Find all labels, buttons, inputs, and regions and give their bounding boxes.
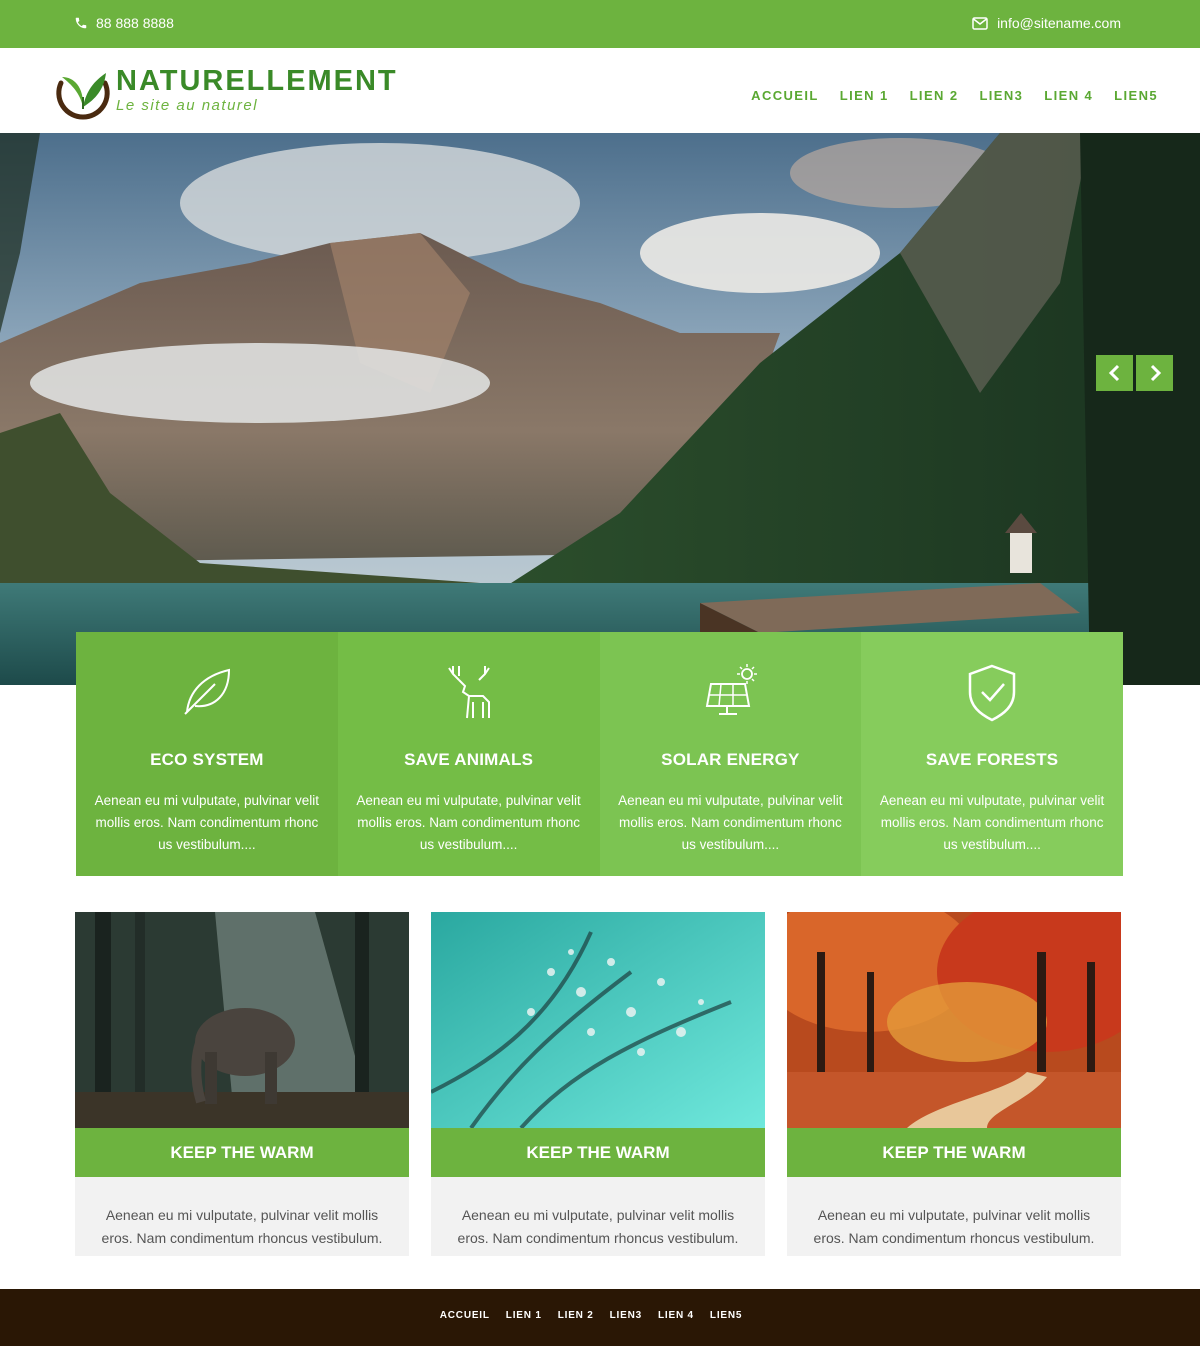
feature-title: SAVE FORESTS [925, 750, 1059, 769]
features-section: ECO SYSTEM Aenean eu mi vulputate, pulvi… [76, 632, 1123, 876]
feature-title: SAVE ANIMALS [404, 750, 534, 769]
brand-tagline: Le site au naturel [116, 97, 259, 114]
nav-link-accueil[interactable]: ACCUEIL [751, 88, 819, 103]
leaf-icon [76, 662, 338, 718]
footer-link-lien-5[interactable]: LIEN5 [710, 1310, 742, 1321]
footer-nav: ACCUEIL LIEN 1 LIEN 2 LIEN3 LIEN 4 LIEN5 [0, 1310, 1200, 1321]
feature-title: SOLAR ENERGY [661, 750, 800, 769]
email-address: info@sitename.com [997, 15, 1121, 31]
email-contact[interactable]: info@sitename.com [972, 15, 1121, 31]
card-title: KEEP THE WARM [787, 1128, 1121, 1177]
feature-eco-system: ECO SYSTEM Aenean eu mi vulputate, pulvi… [76, 632, 338, 876]
main-nav: ACCUEIL LIEN 1 LIEN 2 LIEN3 LIEN 4 LIEN5 [751, 88, 1158, 103]
feature-text: Aenean eu mi vulputate, pulvinar velit m… [356, 793, 581, 852]
feature-text: Aenean eu mi vulputate, pulvinar velit m… [879, 793, 1105, 852]
nav-link-lien-5[interactable]: LIEN5 [1114, 88, 1158, 103]
phone-icon [74, 16, 88, 30]
card-image [75, 912, 409, 1128]
envelope-icon [972, 16, 988, 30]
footer-link-lien-4[interactable]: LIEN 4 [658, 1310, 694, 1321]
site-footer: ACCUEIL LIEN 1 LIEN 2 LIEN3 LIEN 4 LIEN5 [0, 1289, 1200, 1346]
card-text: Aenean eu mi vulputate, pulvinar velit m… [787, 1177, 1121, 1256]
feature-text: Aenean eu mi vulputate, pulvinar velit m… [618, 793, 843, 852]
card-elephant[interactable]: KEEP THE WARM Aenean eu mi vulputate, pu… [75, 912, 409, 1256]
feature-save-forests: SAVE FORESTS Aenean eu mi vulputate, pul… [861, 632, 1123, 876]
leaf-logo-icon [54, 63, 112, 121]
hero-slider [0, 133, 1200, 685]
solar-panel-icon [600, 662, 862, 720]
phone-contact[interactable]: 88 888 8888 [74, 15, 174, 31]
card-text: Aenean eu mi vulputate, pulvinar velit m… [431, 1177, 765, 1256]
card-title: KEEP THE WARM [431, 1128, 765, 1177]
footer-link-lien-3[interactable]: LIEN3 [610, 1310, 642, 1321]
feature-solar-energy: SOLAR ENERGY Aenean eu mi vulputate, pul… [599, 632, 862, 876]
nav-link-lien-3[interactable]: LIEN3 [979, 88, 1023, 103]
footer-link-lien-2[interactable]: LIEN 2 [558, 1310, 594, 1321]
cards-section: KEEP THE WARM Aenean eu mi vulputate, pu… [75, 912, 1121, 1256]
brand-name: NATURELLEMENT [116, 65, 398, 97]
slider-prev-button[interactable] [1096, 355, 1133, 391]
card-image [431, 912, 765, 1128]
slider-next-button[interactable] [1136, 355, 1173, 391]
card-text: Aenean eu mi vulputate, pulvinar velit m… [75, 1177, 409, 1256]
card-title: KEEP THE WARM [75, 1128, 409, 1177]
feature-save-animals: SAVE ANIMALS Aenean eu mi vulputate, pul… [337, 632, 600, 876]
nav-link-lien-4[interactable]: LIEN 4 [1044, 88, 1093, 103]
shield-check-icon [861, 662, 1123, 722]
phone-number: 88 888 8888 [96, 15, 174, 31]
chevron-right-icon [1148, 364, 1162, 382]
nav-link-lien-1[interactable]: LIEN 1 [840, 88, 889, 103]
feature-title: ECO SYSTEM [150, 750, 264, 769]
hero-image [0, 133, 1200, 685]
site-logo[interactable]: NATURELLEMENT Le site au naturel [54, 63, 398, 121]
feature-text: Aenean eu mi vulputate, pulvinar velit m… [94, 793, 320, 852]
footer-link-lien-1[interactable]: LIEN 1 [506, 1310, 542, 1321]
footer-link-accueil[interactable]: ACCUEIL [440, 1310, 490, 1321]
chevron-left-icon [1108, 364, 1122, 382]
card-dandelion[interactable]: KEEP THE WARM Aenean eu mi vulputate, pu… [431, 912, 765, 1256]
top-bar: 88 888 8888 info@sitename.com [0, 0, 1200, 48]
site-header: NATURELLEMENT Le site au naturel ACCUEIL… [0, 48, 1200, 133]
nav-link-lien-2[interactable]: LIEN 2 [910, 88, 959, 103]
deer-icon [338, 662, 600, 722]
card-image [787, 912, 1121, 1128]
card-autumn-forest[interactable]: KEEP THE WARM Aenean eu mi vulputate, pu… [787, 912, 1121, 1256]
